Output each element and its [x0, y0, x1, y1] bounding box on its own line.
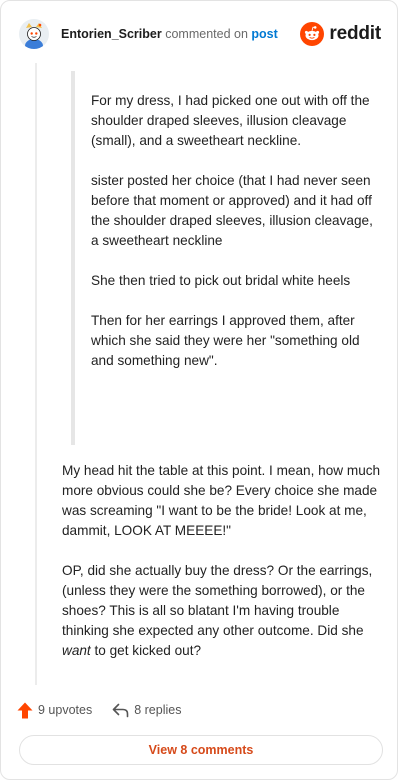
upvote-count: 9 upvotes — [38, 703, 93, 717]
comment-paragraph: My head hit the table at this point. I m… — [62, 463, 381, 538]
commented-on-text: commented on — [165, 27, 248, 41]
quote-paragraph: For my dress, I had picked one out with … — [91, 93, 370, 148]
comment-meta: Entorien_Scriber commented on post — [61, 26, 278, 42]
blockquote: For my dress, I had picked one out with … — [91, 91, 376, 391]
reddit-logo[interactable]: reddit — [300, 22, 381, 46]
quote-paragraph: Then for her earrings I approved them, a… — [91, 313, 360, 368]
quote-paragraph: She then tried to pick out bridal white … — [91, 273, 351, 288]
comment-body: My head hit the table at this point. I m… — [62, 461, 387, 681]
reddit-wordmark: reddit — [329, 23, 381, 44]
comment-paragraph: OP, did she actually buy the dress? Or t… — [62, 561, 387, 661]
quote-bar — [71, 71, 75, 445]
reply-count: 8 replies — [134, 703, 182, 717]
comment-actions: 9 upvotes 8 replies — [17, 700, 181, 720]
thread-line[interactable] — [35, 63, 37, 685]
view-comments-button[interactable]: View 8 comments — [19, 735, 383, 765]
upvote-arrow-icon — [17, 702, 33, 718]
upvote-button[interactable]: 9 upvotes — [17, 702, 92, 719]
comment-card: Entorien_Scriber commented on post reddi… — [0, 0, 398, 780]
avatar[interactable] — [19, 19, 49, 49]
username-link[interactable]: Entorien_Scriber — [61, 27, 162, 41]
reply-arrow-icon — [112, 703, 129, 717]
replies-button[interactable]: 8 replies — [112, 703, 181, 718]
reddit-snoo-icon — [300, 22, 325, 46]
quote-paragraph: sister posted her choice (that I had nev… — [91, 173, 373, 248]
post-link[interactable]: post — [251, 27, 277, 41]
emphasis-text: want — [62, 643, 91, 658]
comment-header: Entorien_Scriber commented on post reddi… — [19, 17, 381, 51]
comment-text: OP, did she actually buy the dress? Or t… — [62, 563, 373, 638]
comment-text: to get kicked out? — [90, 643, 202, 658]
